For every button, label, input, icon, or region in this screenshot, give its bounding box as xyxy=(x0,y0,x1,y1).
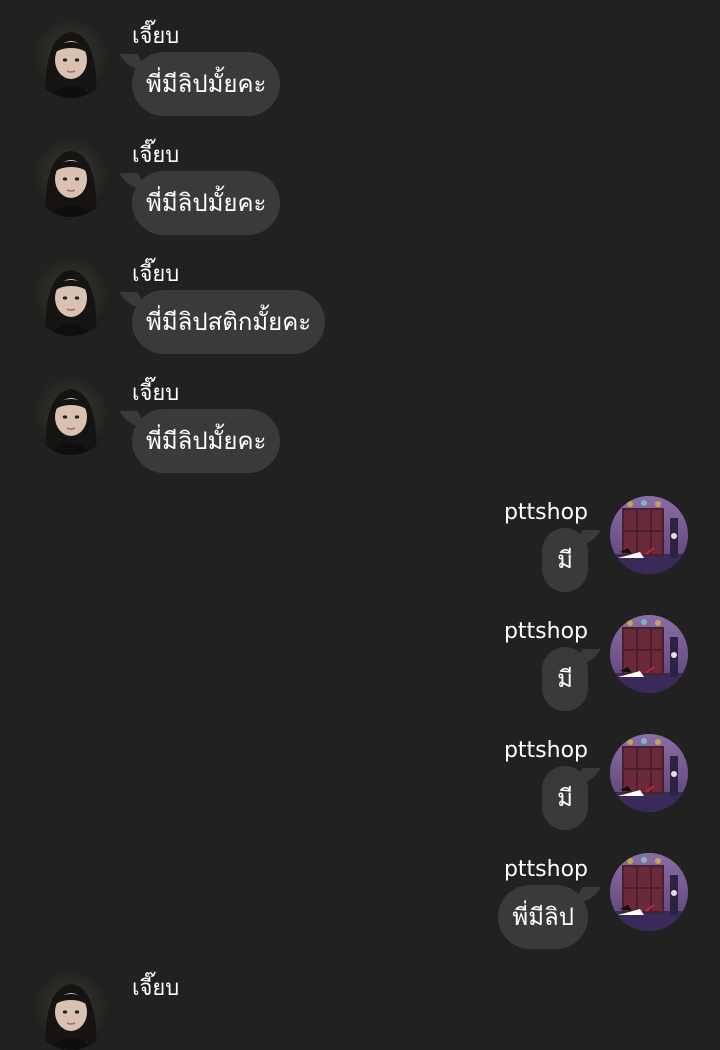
sender-name: เจี๊ยบ xyxy=(132,143,180,168)
message-bubble[interactable]: มี xyxy=(542,766,588,830)
shop-avatar-icon[interactable] xyxy=(610,853,688,931)
user-avatar-icon[interactable] xyxy=(32,258,110,336)
sender-name: pttshop xyxy=(503,500,588,525)
message-bubble[interactable]: มี xyxy=(542,647,588,711)
message-bubble[interactable]: มี xyxy=(542,528,588,592)
shop-avatar-icon[interactable] xyxy=(610,734,688,812)
user-avatar-icon[interactable] xyxy=(32,139,110,217)
message-bubble[interactable]: พี่มีลิปมั้ยคะ xyxy=(132,52,281,116)
sender-name: pttshop xyxy=(503,738,588,763)
message-bubble[interactable]: พี่มีลิป xyxy=(498,885,588,949)
sender-name: pttshop xyxy=(503,619,588,644)
shop-avatar-icon[interactable] xyxy=(610,615,688,693)
user-avatar-icon[interactable] xyxy=(32,377,110,455)
message-bubble[interactable]: พี่มีลิปมั้ยคะ xyxy=(132,409,281,473)
sender-name: เจี๊ยบ xyxy=(132,381,180,406)
sender-name: เจี๊ยบ xyxy=(132,976,180,1001)
user-avatar-icon[interactable] xyxy=(32,20,110,98)
user-avatar-icon[interactable] xyxy=(32,972,110,1050)
sender-name: pttshop xyxy=(503,857,588,882)
message-bubble[interactable]: พี่มีลิปมั้ยคะ xyxy=(132,171,281,235)
message-bubble[interactable]: พี่มีลิปสติกมั้ยคะ xyxy=(132,290,326,354)
shop-avatar-icon[interactable] xyxy=(610,496,688,574)
sender-name: เจี๊ยบ xyxy=(132,24,180,49)
sender-name: เจี๊ยบ xyxy=(132,262,180,287)
